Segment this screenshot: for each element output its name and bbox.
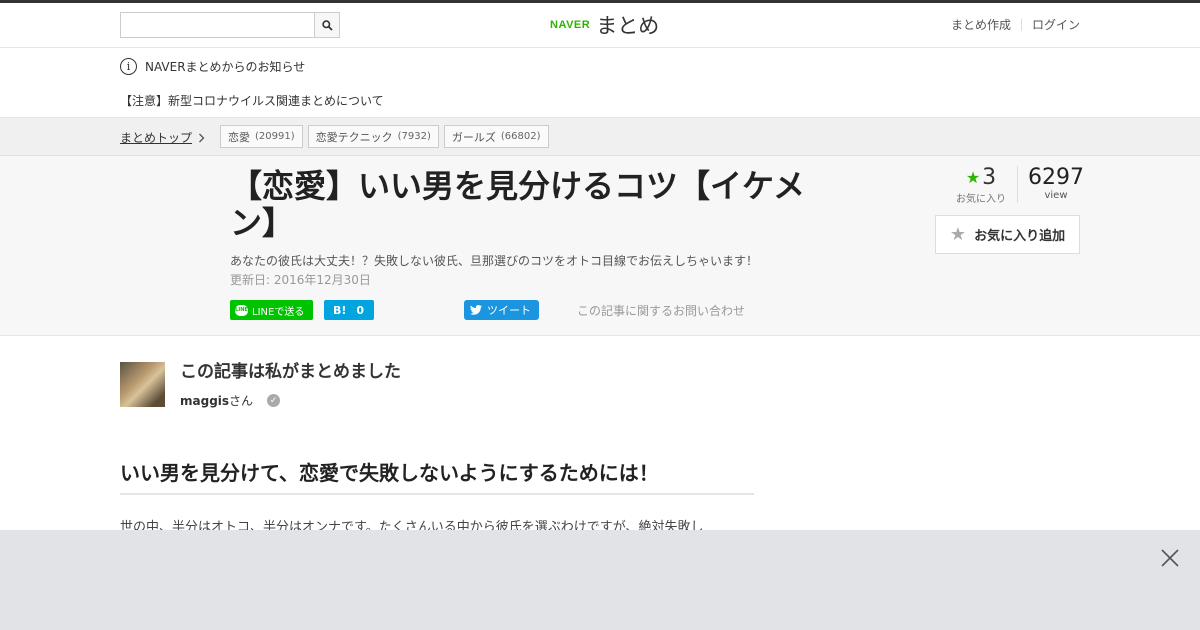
category-tags: 恋愛 (20991) 恋愛テクニック (7932) ガールズ (66802) [220,125,549,148]
updated-date: 更新日: 2016年12月30日 [230,273,371,287]
author-name: maggis [180,394,230,408]
close-ad-button[interactable] [1160,548,1180,568]
search-button[interactable] [314,13,339,37]
star-icon: ★ [949,224,967,245]
hatena-bookmark-button[interactable]: B! 0 [324,300,374,320]
notice-item-link[interactable]: 【注意】新型コロナウイルス関連まとめについて [120,92,384,109]
inquiry-link[interactable]: この記事に関するお問い合わせ [577,302,745,319]
author-block: この記事は私がまとめました maggisさん ✓ [120,362,401,409]
search-box [120,12,340,38]
ad-overlay-banner [0,530,1200,630]
category-tag[interactable]: 恋愛テクニック (7932) [307,125,439,148]
avatar[interactable] [120,362,165,407]
favorite-count-row: ★ 3 [945,166,1017,190]
author-name-row: maggisさん ✓ [180,392,401,409]
add-favorite-label: お気に入り追加 [974,229,1066,244]
view-stat: 6297 view [1018,166,1094,203]
login-link[interactable]: ログイン [1032,16,1080,33]
breadcrumb-top-link[interactable]: まとめトップ [120,129,205,146]
line-share-label: LINEで送る [252,306,305,318]
create-matome-link[interactable]: まとめ作成 [951,16,1011,33]
view-count: 6297 [1028,165,1084,190]
author-info: この記事は私がまとめました maggisさん ✓ [180,362,401,409]
site-logo[interactable]: NAVER まとめ [550,10,659,40]
tag-count: (66802) [500,131,541,142]
verified-check-icon: ✓ [267,394,281,407]
tweet-label: ツイート [487,304,531,317]
top-bar: NAVER まとめ まとめ作成 ログイン [0,0,1200,48]
hatena-icon: B! [333,303,347,317]
logo-name: まとめ [596,14,660,38]
tag-label: 恋愛 [228,130,250,144]
author-suffix: さん [229,394,254,408]
breadcrumb: まとめトップ 恋愛 (20991) 恋愛テクニック (7932) ガールズ (6… [0,118,1200,156]
article-stats: ★ 3 お気に入り 6297 view [945,166,1094,206]
category-tag[interactable]: ガールズ (66802) [443,125,549,148]
category-tag[interactable]: 恋愛 (20991) [220,125,303,148]
notice-title: NAVERまとめからのお知らせ [145,60,306,74]
article-description: あなたの彼氏は大丈夫！？失敗しない彼氏、旦那選びのコツをオトコ目線でお伝えしちゃ… [230,254,759,268]
line-share-button[interactable]: LINE LINEで送る [230,300,313,320]
star-icon: ★ [965,168,981,187]
tag-label: ガールズ [451,130,496,144]
add-favorite-button[interactable]: ★ お気に入り追加 [935,215,1080,254]
share-bar: LINE LINEで送る B! 0 ツイート この記事に関するお問い合わせ [230,300,745,320]
tweet-button[interactable]: ツイート [464,300,539,320]
page-title: 【恋愛】いい男を見分けるコツ【イケメン】 [230,167,806,242]
tag-count: (20991) [255,131,295,142]
info-icon: i [120,58,137,75]
hatena-count: 0 [356,303,365,317]
favorite-count: 3 [982,165,997,190]
author-name-link[interactable]: maggisさん [180,392,253,409]
chevron-right-icon [199,133,205,142]
article-header: 【恋愛】いい男を見分けるコツ【イケメン】 あなたの彼氏は大丈夫！？失敗しない彼氏… [0,156,1200,336]
notice-area: i NAVERまとめからのお知らせ 【注意】新型コロナウイルス関連まとめについて [0,48,1200,118]
search-icon [321,19,333,31]
logo-brand: NAVER [550,19,591,31]
header-links: まとめ作成 ログイン [951,16,1080,33]
tag-count: (7932) [397,131,431,142]
notice-heading: i NAVERまとめからのお知らせ [120,58,305,75]
favorite-stat: ★ 3 お気に入り [945,166,1018,205]
twitter-bird-icon [470,305,482,315]
section-heading: いい男を見分けて、恋愛で失敗しないようにするためには！ [120,457,754,495]
favorite-label: お気に入り [956,194,1006,205]
close-icon [1161,549,1179,567]
author-heading: この記事は私がまとめました [180,362,401,382]
search-input[interactable] [121,13,315,37]
link-divider [1020,18,1022,31]
view-label: view [1044,190,1068,201]
breadcrumb-top-label: まとめトップ [120,131,193,145]
line-icon: LINE [235,304,248,316]
tag-label: 恋愛テクニック [315,130,393,144]
